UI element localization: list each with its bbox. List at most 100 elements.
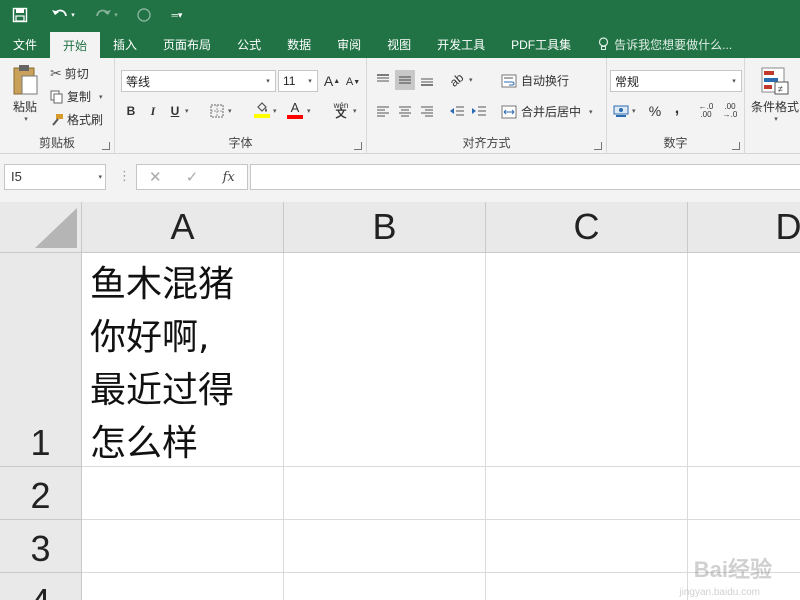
- font-size-combo[interactable]: 11 ▾: [278, 70, 318, 92]
- column-header-c[interactable]: C: [486, 202, 688, 253]
- chevron-down-icon[interactable]: ▾: [303, 71, 317, 91]
- increase-decimal-button[interactable]: ←.0 .00: [695, 101, 717, 121]
- chevron-down-icon[interactable]: ▾: [632, 107, 636, 115]
- tab-pdf-tools[interactable]: PDF工具集: [498, 30, 584, 58]
- chevron-down-icon[interactable]: ▾: [727, 71, 741, 91]
- row-header-2[interactable]: 2: [0, 467, 82, 520]
- decrease-decimal-button[interactable]: .00 →.0: [719, 101, 741, 121]
- cell-c2[interactable]: [486, 467, 688, 520]
- tab-view[interactable]: 视图: [374, 30, 424, 58]
- align-center-button[interactable]: [395, 101, 415, 121]
- dialog-launcher-icon[interactable]: [102, 142, 110, 150]
- align-right-button[interactable]: [417, 101, 437, 121]
- dialog-launcher-icon[interactable]: [354, 142, 362, 150]
- column-header-a[interactable]: A: [82, 202, 284, 253]
- name-box[interactable]: I5 ▾: [4, 164, 106, 190]
- cell-d2[interactable]: [688, 467, 800, 520]
- chevron-down-icon[interactable]: ▾: [228, 107, 232, 115]
- column-header-d[interactable]: D: [688, 202, 800, 253]
- chevron-down-icon[interactable]: ▾: [273, 107, 277, 115]
- row-header-4[interactable]: 4: [0, 573, 82, 600]
- row-header-1[interactable]: 1: [0, 253, 82, 467]
- shrink-font-icon: A: [345, 76, 354, 88]
- insert-function-icon[interactable]: fx: [210, 170, 247, 185]
- cell-a4[interactable]: [82, 573, 284, 600]
- formula-input[interactable]: [250, 164, 800, 190]
- cell-c3[interactable]: [486, 520, 688, 573]
- dialog-launcher-icon[interactable]: [732, 142, 740, 150]
- chevron-down-icon[interactable]: ▾: [261, 71, 275, 91]
- dialog-launcher-icon[interactable]: [594, 142, 602, 150]
- align-left-button[interactable]: [373, 101, 393, 121]
- percent-button[interactable]: %: [645, 101, 665, 121]
- cell-d1[interactable]: [688, 253, 800, 467]
- underline-button[interactable]: U: [165, 101, 185, 121]
- redo-button[interactable]: ▾: [86, 0, 126, 30]
- shrink-font-button[interactable]: A ▼: [343, 72, 363, 92]
- tell-me-search[interactable]: 告诉我您想要做什么...: [584, 30, 732, 58]
- decrease-indent-button[interactable]: [447, 101, 467, 121]
- orientation-button[interactable]: ab: [447, 70, 467, 90]
- cell-b4[interactable]: [284, 573, 486, 600]
- alignment-group: ab ▾ 自动换行 合并后居中 ▾ 对齐方式: [367, 58, 607, 154]
- increase-indent-button[interactable]: [469, 101, 489, 121]
- cell-b3[interactable]: [284, 520, 486, 573]
- row-header-3[interactable]: 3: [0, 520, 82, 573]
- align-top-icon: [377, 74, 389, 82]
- cell-b1[interactable]: [284, 253, 486, 467]
- tab-formulas[interactable]: 公式: [224, 30, 274, 58]
- grow-font-button[interactable]: A ▲: [322, 71, 342, 91]
- cell-a1[interactable]: 鱼木混猪 你好啊, 最近过得 怎么样: [82, 253, 284, 467]
- column-header-b[interactable]: B: [284, 202, 486, 253]
- borders-button[interactable]: [207, 101, 227, 121]
- orientation-icon: ab: [447, 70, 467, 90]
- chevron-down-icon: ▾: [24, 116, 28, 123]
- tab-review[interactable]: 审阅: [324, 30, 374, 58]
- cell-b2[interactable]: [284, 467, 486, 520]
- conditional-formatting-button[interactable]: ≠ 条件格式 ▾: [751, 66, 799, 123]
- comma-button[interactable]: ,: [667, 99, 687, 119]
- tab-data[interactable]: 数据: [274, 30, 324, 58]
- top-align-button[interactable]: [373, 70, 393, 90]
- italic-button[interactable]: I: [143, 101, 163, 121]
- cut-button[interactable]: ✂ 剪切: [50, 65, 89, 82]
- chevron-down-icon[interactable]: ▾: [469, 76, 473, 84]
- fill-color-button[interactable]: [252, 100, 272, 120]
- cell-c4[interactable]: [486, 573, 688, 600]
- check-icon[interactable]: ✓: [174, 168, 211, 186]
- format-painter-button[interactable]: 格式刷: [50, 111, 103, 128]
- cell-a3[interactable]: [82, 520, 284, 573]
- wrap-text-button[interactable]: 自动换行: [501, 72, 569, 89]
- tab-page-layout[interactable]: 页面布局: [150, 30, 224, 58]
- bold-button[interactable]: B: [121, 101, 141, 121]
- middle-align-button[interactable]: [395, 70, 415, 90]
- cell-a2[interactable]: [82, 467, 284, 520]
- paste-button[interactable]: 粘贴 ▾: [8, 64, 42, 123]
- chevron-down-icon[interactable]: ▾: [185, 107, 189, 115]
- tab-home[interactable]: 开始: [50, 32, 101, 58]
- customize-qat-button[interactable]: ═▾: [162, 0, 192, 30]
- number-format-combo[interactable]: 常规 ▾: [610, 70, 742, 92]
- cell-a1-line: 你好啊,: [90, 317, 210, 358]
- tab-developer[interactable]: 开发工具: [424, 30, 498, 58]
- copy-button[interactable]: 复制 ▾: [50, 88, 103, 105]
- chevron-down-icon[interactable]: ▾: [589, 108, 593, 116]
- font-color-button[interactable]: A: [285, 100, 305, 120]
- phonetic-guide-button[interactable]: wén 文: [328, 100, 354, 120]
- tab-file[interactable]: 文件: [0, 30, 50, 58]
- cancel-icon[interactable]: ✕: [137, 168, 174, 186]
- font-name-combo[interactable]: 等线 ▾: [121, 70, 276, 92]
- touch-mode-button[interactable]: [126, 0, 162, 30]
- bottom-align-button[interactable]: [417, 70, 437, 90]
- number-group: 常规 ▾ ▾ % , ←.0 .00 .00 →.0 数字: [607, 58, 745, 154]
- merge-center-button[interactable]: 合并后居中 ▾: [501, 103, 593, 120]
- tab-insert[interactable]: 插入: [100, 30, 150, 58]
- accounting-format-button[interactable]: [611, 101, 631, 121]
- chevron-down-icon[interactable]: ▾: [98, 173, 102, 181]
- save-button[interactable]: [0, 0, 40, 30]
- chevron-down-icon[interactable]: ▾: [353, 107, 357, 115]
- cell-c1[interactable]: [486, 253, 688, 467]
- undo-button[interactable]: ▾: [40, 0, 86, 30]
- select-all-corner[interactable]: [0, 202, 82, 253]
- chevron-down-icon[interactable]: ▾: [307, 107, 311, 115]
